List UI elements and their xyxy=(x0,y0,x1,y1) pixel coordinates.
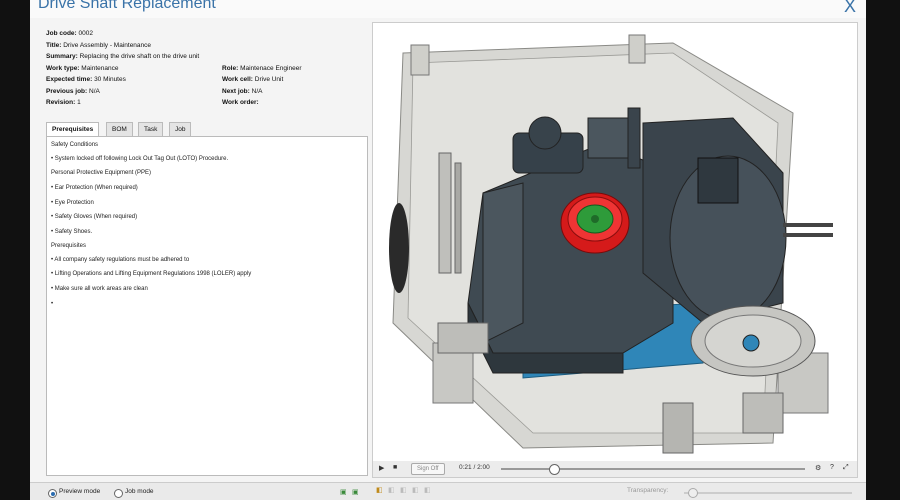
job-mode-label: Job mode xyxy=(125,488,154,495)
app-window: Drive Shaft Replacement X Job code: 0002… xyxy=(30,0,866,500)
job-code-value: 0002 xyxy=(78,30,93,37)
next-job-label: Next job: xyxy=(222,87,250,95)
prerequisites-panel[interactable]: Safety Conditions • System locked off fo… xyxy=(46,136,368,476)
toolbar-icon[interactable]: ◧ xyxy=(412,486,420,494)
export-icon[interactable]: ▣ xyxy=(340,488,348,496)
preview-mode-label: Preview mode xyxy=(59,488,101,495)
job-code-label: Job code: xyxy=(46,30,77,37)
summary-label: Summary: xyxy=(46,53,78,60)
summary-value: Replacing the drive shaft on the drive u… xyxy=(79,53,200,60)
work-type-label: Work type: xyxy=(46,64,80,72)
previous-job-value: N/A xyxy=(89,87,100,95)
stop-icon[interactable]: ■ xyxy=(393,464,397,471)
next-job-value: N/A xyxy=(251,87,263,95)
list-item: • System locked off following Lock Out T… xyxy=(51,156,229,162)
list-item: • Ear Protection (When required) xyxy=(51,185,138,191)
list-item: • Safety Shoes. xyxy=(51,229,93,235)
expected-time-value: 30 Minutes xyxy=(94,76,126,83)
list-item: • xyxy=(51,301,54,307)
job-mode-radio[interactable] xyxy=(114,489,123,498)
list-item: • Make sure all work areas are clean xyxy=(51,286,148,292)
drive-unit-model[interactable] xyxy=(373,23,857,461)
previous-job-label: Previous job: xyxy=(46,87,88,95)
mode-bar: Preview mode Job mode ▣ ▣ ◧ ◧ ◧ ◧ ◧ Tran… xyxy=(30,482,866,500)
help-icon[interactable]: ? xyxy=(830,464,834,471)
sign-off-button[interactable]: Sign Off xyxy=(411,463,445,475)
title-bar: Drive Shaft Replacement X xyxy=(30,0,866,18)
playback-track[interactable] xyxy=(501,468,805,470)
tablet-frame: Drive Shaft Replacement X Job code: 0002… xyxy=(0,0,900,500)
transparency-label: Transparency: xyxy=(627,487,669,494)
tab-job[interactable]: Job xyxy=(169,122,192,137)
playback-time: 0:21 / 2:00 xyxy=(459,464,490,471)
fullscreen-icon[interactable]: ⤢ xyxy=(843,464,849,472)
title-label: Title: xyxy=(46,41,62,49)
title-value: Drive Assembly - Maintenance xyxy=(63,41,152,49)
toolbar-icon[interactable]: ◧ xyxy=(400,486,408,494)
list-item: Personal Protective Equipment (PPE) xyxy=(51,170,152,176)
list-item: • Lifting Operations and Lifting Equipme… xyxy=(51,271,252,277)
expected-time-label: Expected time: xyxy=(46,76,93,83)
transparency-slider[interactable] xyxy=(684,492,852,494)
preview-mode-radio[interactable] xyxy=(48,489,57,498)
transparency-thumb[interactable] xyxy=(688,488,699,498)
player-controls: ▶ ■ Sign Off 0:21 / 2:00 ⚙ ? ⤢ xyxy=(372,461,858,478)
work-cell-label: Work cell: xyxy=(222,76,253,83)
work-cell-value: Drive Unit xyxy=(254,76,284,83)
tab-prerequisites[interactable]: Prerequisites xyxy=(46,122,100,137)
3d-viewer[interactable] xyxy=(372,22,858,462)
list-item: • Safety Gloves (When required) xyxy=(51,214,138,220)
viewer-toolbar: ◧ ◧ ◧ ◧ ◧ Transparency: xyxy=(372,485,856,499)
revision-label: Revision: xyxy=(46,99,76,106)
toolbar-icon[interactable]: ◧ xyxy=(424,486,432,494)
job-details: Job code: 0002 Title: Drive Assembly - M… xyxy=(46,28,376,109)
role-label: Role: xyxy=(222,64,239,72)
play-icon[interactable]: ▶ xyxy=(379,464,384,472)
list-item: Safety Conditions xyxy=(51,142,99,148)
work-type-value: Maintenance xyxy=(81,64,119,72)
close-icon[interactable]: X xyxy=(844,0,856,17)
work-order-label: Work order: xyxy=(222,99,259,106)
window-title: Drive Shaft Replacement xyxy=(38,0,216,12)
list-item: • All company safety regulations must be… xyxy=(51,257,190,263)
tab-task[interactable]: Task xyxy=(138,122,164,137)
revision-value: 1 xyxy=(77,99,81,106)
role-value: Maintenace Engineer xyxy=(240,64,302,72)
playback-thumb[interactable] xyxy=(549,464,561,475)
toolbar-icon[interactable]: ◧ xyxy=(376,486,384,494)
list-item: • Eye Protection xyxy=(51,200,94,206)
tab-bom[interactable]: BOM xyxy=(106,122,133,137)
toolbar-icon[interactable]: ◧ xyxy=(388,486,396,494)
list-item: Prerequisites xyxy=(51,243,87,249)
save-icon[interactable]: ▣ xyxy=(352,488,360,496)
settings-icon[interactable]: ⚙ xyxy=(815,464,821,472)
